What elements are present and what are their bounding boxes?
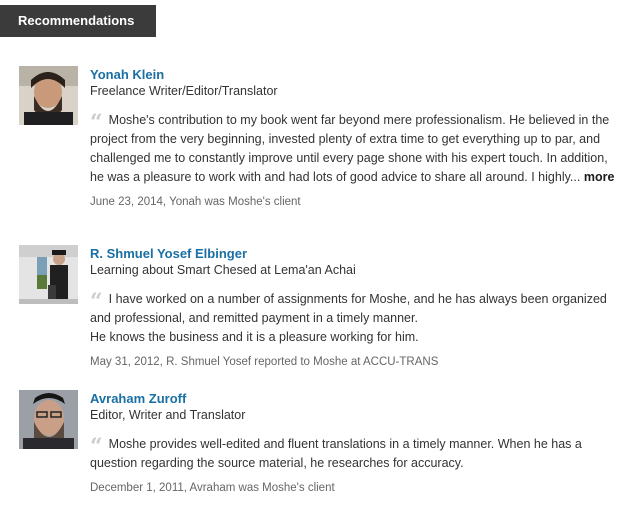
recommender-name[interactable]: Yonah Klein bbox=[90, 66, 625, 83]
recommendation-text-line-1: “I have worked on a number of assignment… bbox=[90, 289, 607, 325]
recommender-headline: Editor, Writer and Translator bbox=[90, 408, 246, 422]
recommendation-text: Moshe's contribution to my book went far… bbox=[90, 113, 610, 184]
recommendation-text-block: “Moshe provides well-edited and fluent t… bbox=[90, 435, 625, 473]
recommender-headline: Learning about Smart Chesed at Lema'an A… bbox=[90, 263, 356, 277]
more-link[interactable]: more bbox=[584, 170, 615, 184]
recommendation-text-line-2: He knows the business and it is a pleasu… bbox=[90, 330, 419, 344]
recommendation-text-block: “Moshe's contribution to my book went fa… bbox=[90, 111, 625, 187]
recommender-headline: Freelance Writer/Editor/Translator bbox=[90, 84, 278, 98]
recommendation-text: Moshe provides well-edited and fluent tr… bbox=[90, 437, 582, 470]
recommendation-meta: June 23, 2014, Yonah was Moshe's client bbox=[90, 196, 301, 208]
avatar-yonah-klein[interactable] bbox=[19, 66, 78, 125]
recommender-name[interactable]: R. Shmuel Yosef Elbinger bbox=[90, 245, 625, 262]
recommendation-meta: December 1, 2011, Avraham was Moshe's cl… bbox=[90, 482, 335, 494]
avatar-avraham-zuroff[interactable] bbox=[19, 390, 78, 449]
recommendations-header: Recommendations bbox=[0, 5, 156, 37]
avatar-shmuel-yosef-elbinger[interactable] bbox=[19, 245, 78, 304]
recommendation-meta: May 31, 2012, R. Shmuel Yosef reported t… bbox=[90, 356, 439, 368]
recommender-name[interactable]: Avraham Zuroff bbox=[90, 390, 625, 407]
recommendation-text-block: “I have worked on a number of assignment… bbox=[90, 290, 625, 347]
